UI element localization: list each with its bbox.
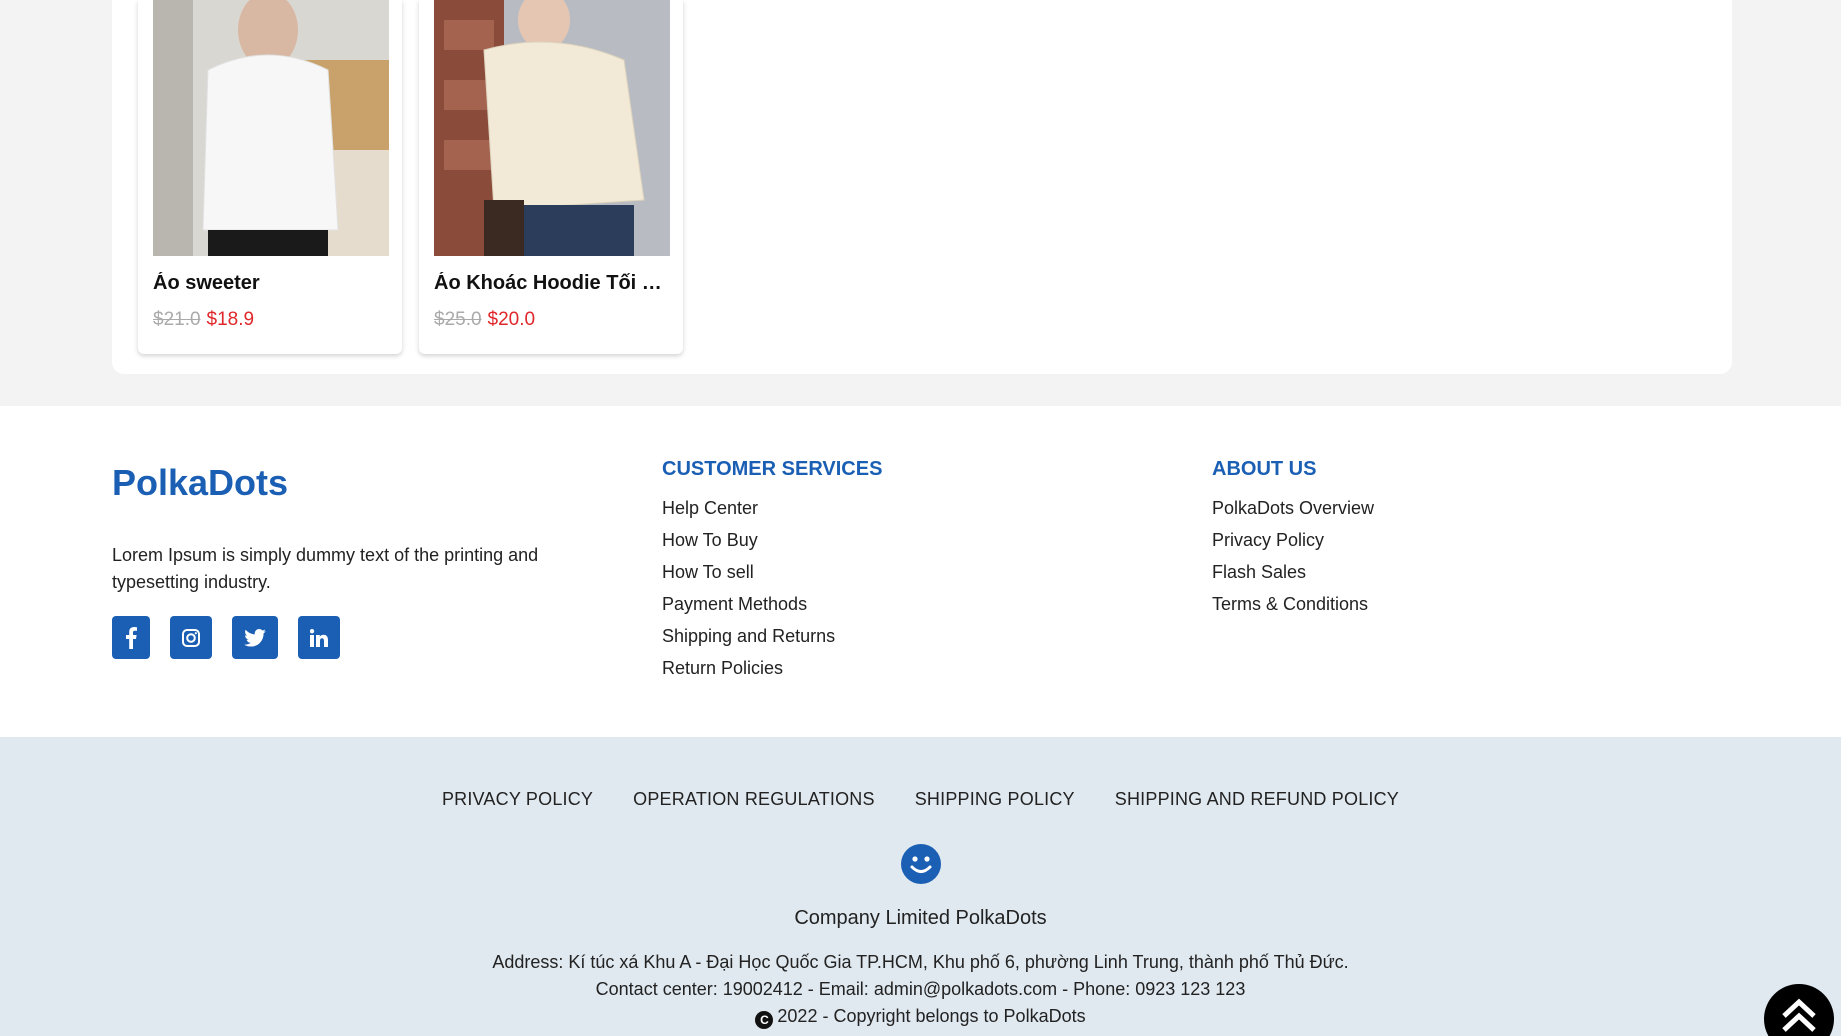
- about-us-title: ABOUT US: [1212, 458, 1317, 480]
- footer-link[interactable]: How To sell: [662, 556, 882, 588]
- operation-regulations-link[interactable]: OPERATION REGULATIONS: [633, 789, 875, 810]
- company-contact: Contact center: 19002412 - Email: admin@…: [595, 979, 1246, 999]
- instagram-icon[interactable]: [170, 616, 212, 659]
- social-links: [112, 616, 360, 659]
- product-price: $21.0 $18.9: [153, 309, 254, 331]
- product-name[interactable]: Áo Khoác Hoodie Tối G...: [434, 272, 670, 295]
- footer-link[interactable]: How To Buy: [662, 524, 882, 556]
- copyright-text: 2022 - Copyright belongs to PolkaDots: [777, 1006, 1086, 1026]
- facebook-icon[interactable]: [112, 616, 150, 659]
- product-image[interactable]: [434, 0, 670, 256]
- footer-brand[interactable]: PolkaDots: [112, 462, 288, 504]
- customer-services-title: CUSTOMER SERVICES: [662, 458, 883, 480]
- smiley-logo-icon: [901, 844, 941, 884]
- product-name[interactable]: Áo sweeter: [153, 272, 389, 295]
- footer-link[interactable]: PolkaDots Overview: [1212, 492, 1374, 524]
- company-name: Company Limited PolkaDots: [794, 907, 1047, 929]
- footer-description: Lorem Ipsum is simply dummy text of the …: [112, 545, 539, 592]
- copyright: C 2022 - Copyright belongs to PolkaDots: [0, 1006, 1841, 1029]
- old-price: $21.0: [153, 309, 201, 330]
- footer-link[interactable]: Return Policies: [662, 652, 882, 684]
- product-card[interactable]: Áo sweeter $21.0 $18.9: [138, 0, 402, 354]
- shipping-refund-policy-link[interactable]: SHIPPING AND REFUND POLICY: [1115, 789, 1399, 810]
- shipping-policy-link[interactable]: SHIPPING POLICY: [915, 789, 1075, 810]
- scroll-to-top-button[interactable]: [1764, 984, 1834, 1036]
- footer-link[interactable]: Payment Methods: [662, 588, 882, 620]
- twitter-icon[interactable]: [232, 616, 278, 659]
- footer-link[interactable]: Shipping and Returns: [662, 620, 882, 652]
- footer-link[interactable]: Privacy Policy: [1212, 524, 1374, 556]
- product-price: $25.0 $20.0: [434, 309, 535, 331]
- footer: PolkaDots Lorem Ipsum is simply dummy te…: [0, 406, 1841, 737]
- company-address: Address: Kí túc xá Khu A - Đại Học Quốc …: [492, 952, 1349, 972]
- footer-link[interactable]: Terms & Conditions: [1212, 588, 1374, 620]
- customer-services-column: CUSTOMER SERVICES Help Center How To Buy…: [662, 458, 882, 684]
- footer-link[interactable]: Flash Sales: [1212, 556, 1374, 588]
- product-image[interactable]: [153, 0, 389, 256]
- about-us-column: ABOUT US PolkaDots Overview Privacy Poli…: [1212, 458, 1374, 620]
- copyright-icon: C: [755, 1011, 774, 1029]
- policy-links: PRIVACY POLICY OPERATION REGULATIONS SHI…: [0, 789, 1841, 810]
- footer-link[interactable]: Help Center: [662, 492, 882, 524]
- privacy-policy-link[interactable]: PRIVACY POLICY: [442, 789, 593, 810]
- sale-price: $20.0: [487, 309, 536, 330]
- linkedin-icon[interactable]: [298, 616, 340, 659]
- footer-bottom: PRIVACY POLICY OPERATION REGULATIONS SHI…: [0, 737, 1841, 1036]
- product-section: Áo sweeter $21.0 $18.9 Áo Khoác Hoodie Tố…: [0, 0, 1841, 406]
- old-price: $25.0: [434, 309, 482, 330]
- sale-price: $18.9: [206, 309, 255, 330]
- product-card[interactable]: Áo Khoác Hoodie Tối G... $25.0 $20.0: [419, 0, 683, 354]
